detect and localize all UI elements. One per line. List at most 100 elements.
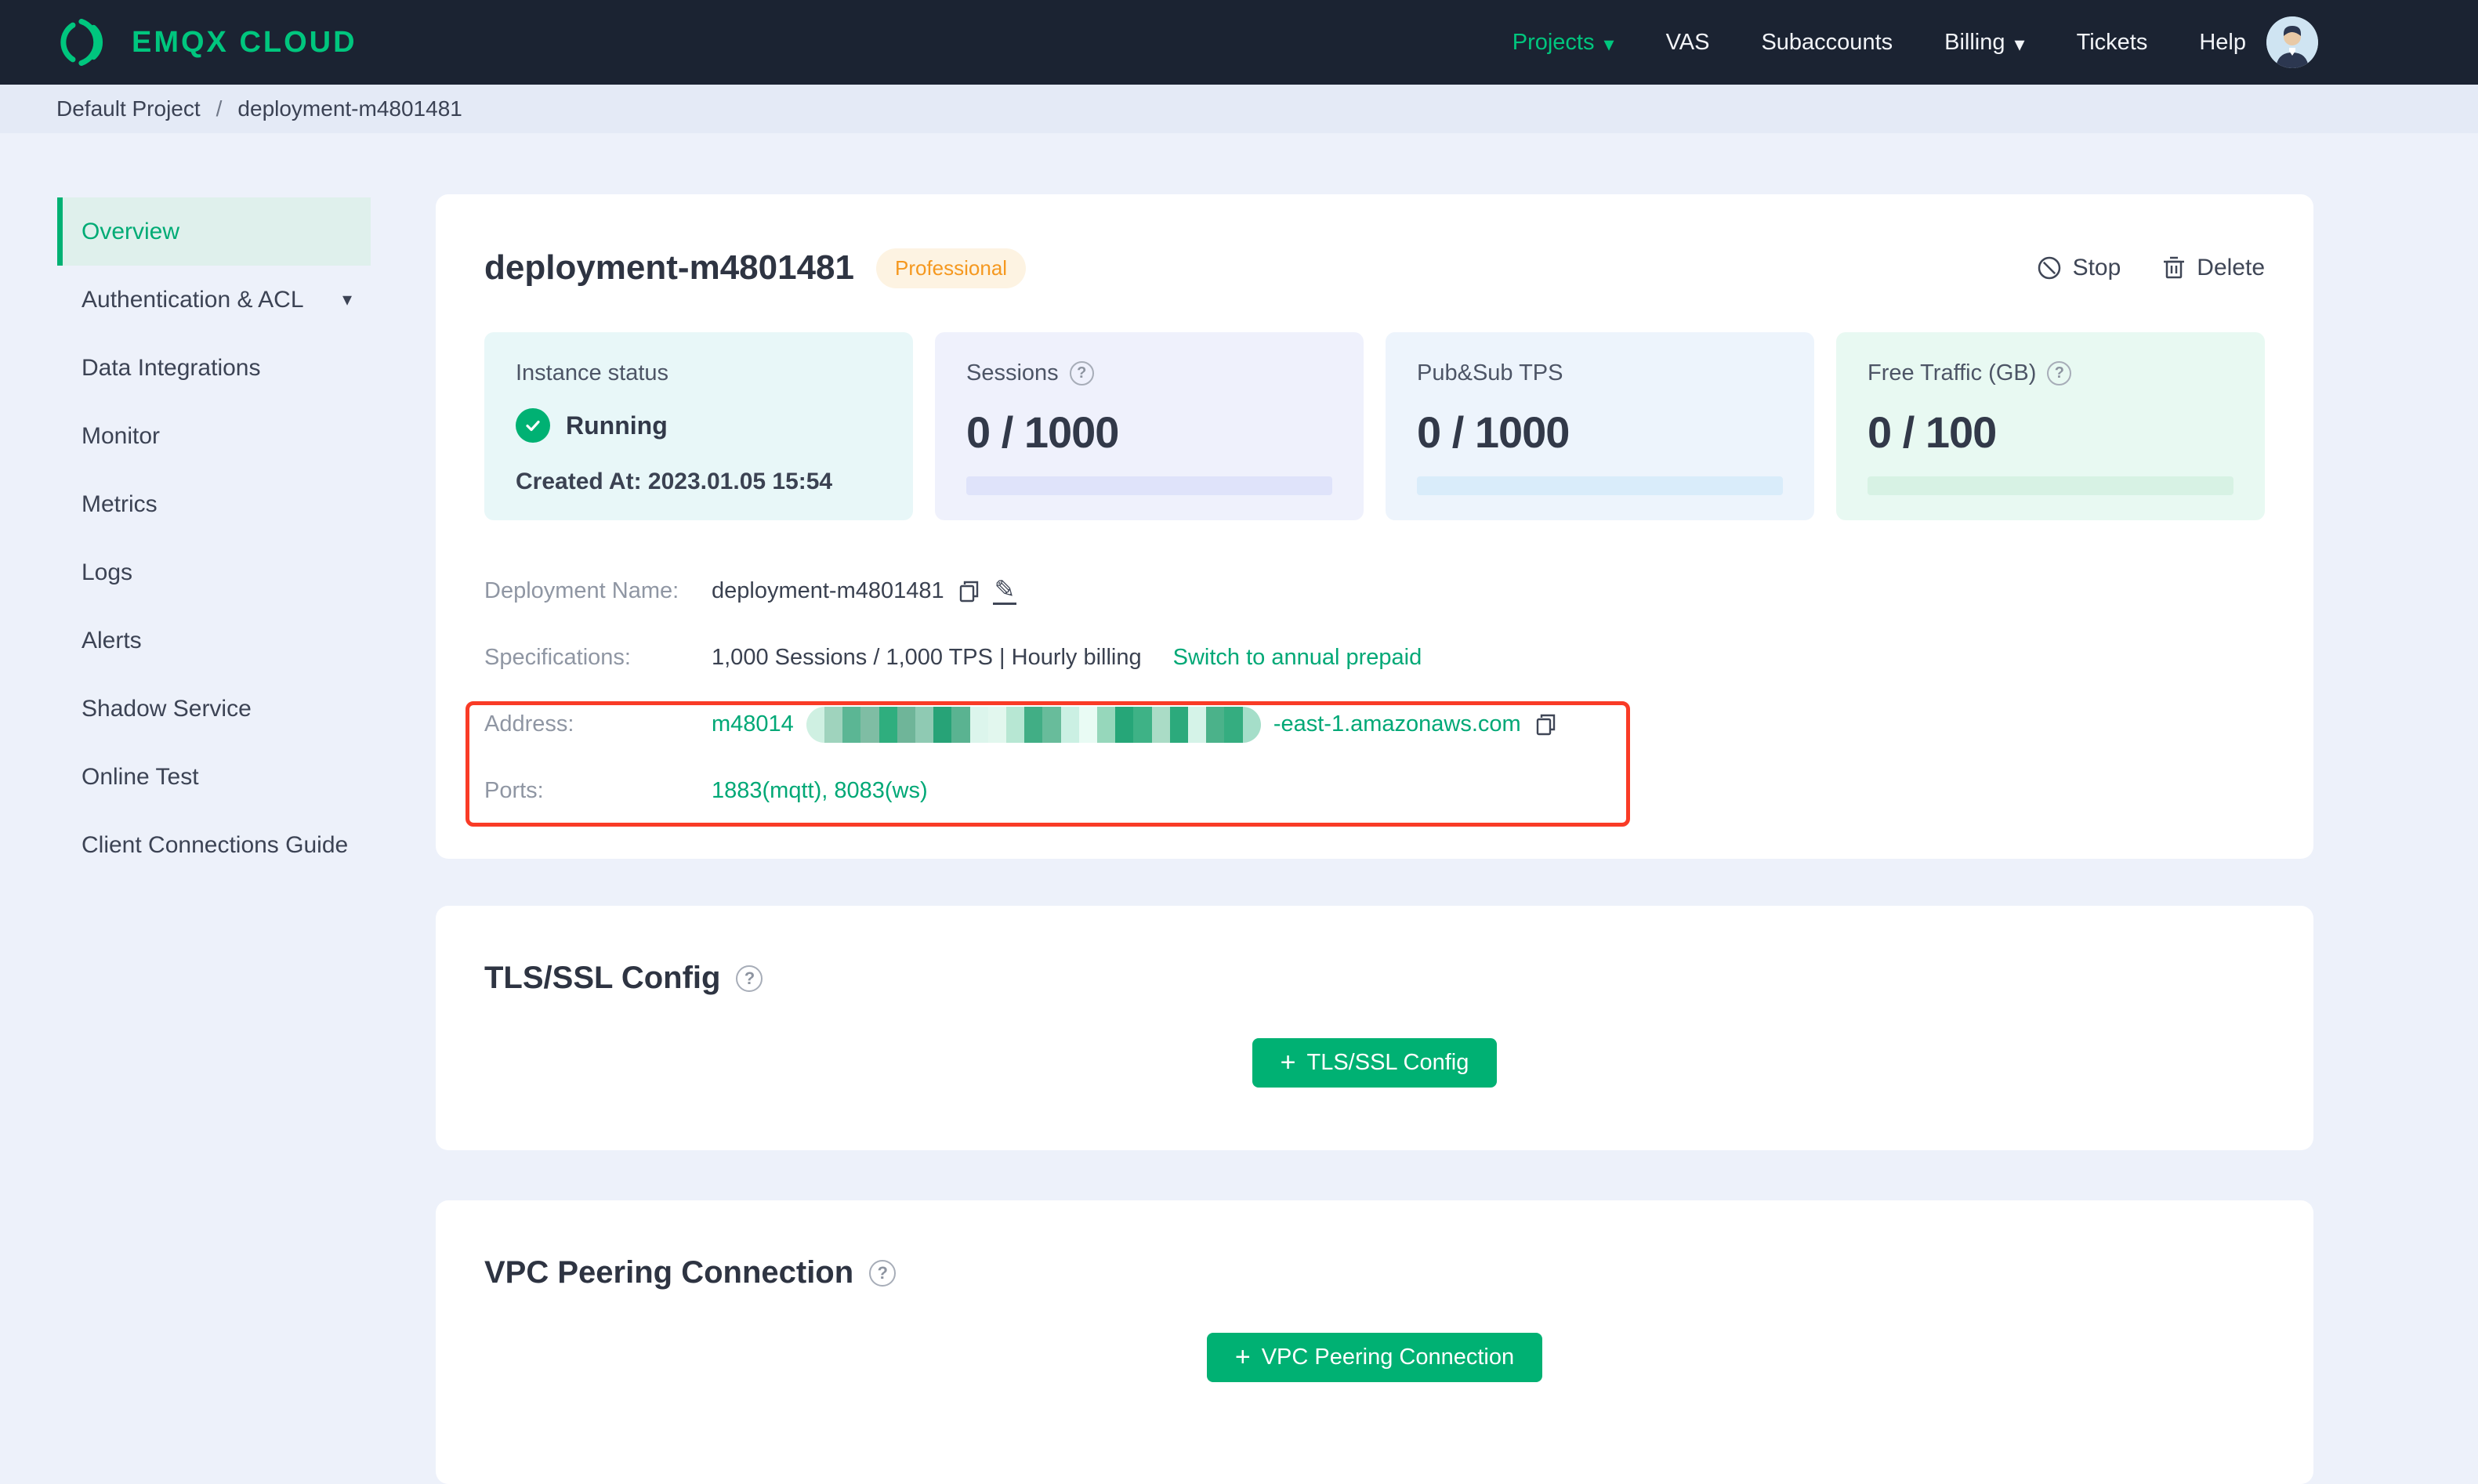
free-traffic-label: Free Traffic (GB) bbox=[1868, 360, 2233, 386]
breadcrumb-project[interactable]: Default Project bbox=[56, 96, 201, 121]
copy-icon bbox=[957, 579, 980, 604]
address-row: Address: m48014 -east-1.amazonaws.com bbox=[484, 691, 2265, 758]
pubsub-tps-label-text: Pub&Sub TPS bbox=[1417, 360, 1563, 385]
mosaic-block bbox=[1115, 706, 1134, 743]
edit-name-button[interactable]: ✎ bbox=[992, 577, 1017, 605]
address-value-group: m48014 -east-1.amazonaws.com bbox=[712, 706, 1557, 743]
copy-icon bbox=[1534, 712, 1557, 737]
sidebar-item-authentication-acl[interactable]: Authentication & ACL bbox=[57, 266, 371, 334]
pubsub-tps-card: Pub&Sub TPS 0 / 1000 bbox=[1386, 332, 1814, 520]
mosaic-block bbox=[987, 706, 1007, 743]
copy-address-button[interactable] bbox=[1534, 712, 1557, 737]
nav-item-subaccounts[interactable]: Subaccounts bbox=[1761, 30, 1893, 56]
free-traffic-card: Free Traffic (GB) 0 / 100 bbox=[1836, 332, 2265, 520]
help-icon[interactable] bbox=[869, 1259, 897, 1287]
add-vpc-peering-connection-button[interactable]: VPC Peering Connection bbox=[1206, 1333, 1543, 1382]
sidebar-item-label: Overview bbox=[82, 218, 180, 244]
breadcrumb-separator: / bbox=[216, 96, 223, 121]
help-icon[interactable] bbox=[1069, 361, 1094, 385]
sidebar: Overview Authentication & ACL Data Integ… bbox=[0, 133, 436, 879]
mosaic-block bbox=[860, 706, 879, 743]
pubsub-tps-label: Pub&Sub TPS bbox=[1417, 360, 1783, 386]
deployment-title: deployment-m4801481 bbox=[484, 248, 854, 287]
copy-name-button[interactable] bbox=[957, 579, 980, 604]
emqx-logo[interactable]: EMQX CLOUD bbox=[53, 19, 357, 66]
main-content: deployment-m4801481 Professional Stop De… bbox=[436, 133, 2478, 1484]
switch-annual-prepaid-link[interactable]: Switch to annual prepaid bbox=[1173, 645, 1422, 671]
sidebar-item-label: Authentication & ACL bbox=[82, 286, 304, 313]
sessions-progress-bar bbox=[966, 476, 1332, 495]
deployment-actions: Stop Delete bbox=[2036, 255, 2265, 281]
sidebar-item-label: Client Connections Guide bbox=[82, 831, 349, 858]
deployment-overview-card: deployment-m4801481 Professional Stop De… bbox=[436, 194, 2313, 859]
sessions-label-text: Sessions bbox=[966, 360, 1059, 385]
sidebar-item-client-connections-guide[interactable]: Client Connections Guide bbox=[57, 811, 371, 879]
sidebar-item-alerts[interactable]: Alerts bbox=[57, 606, 371, 675]
mosaic-block bbox=[879, 706, 897, 743]
pubsub-tps-value: 0 / 1000 bbox=[1417, 407, 1570, 457]
mosaic-block bbox=[1042, 706, 1061, 743]
nav-item-help[interactable]: Help bbox=[2199, 30, 2246, 56]
vpc-title-row: VPC Peering Connection bbox=[484, 1255, 2265, 1290]
page-layout: Overview Authentication & ACL Data Integ… bbox=[0, 133, 2478, 1484]
user-avatar[interactable] bbox=[2266, 16, 2318, 68]
specifications-row: Specifications: 1,000 Sessions / 1,000 T… bbox=[484, 624, 2265, 691]
mosaic-block bbox=[842, 706, 861, 743]
stop-icon bbox=[2036, 255, 2063, 281]
nav-item-vas[interactable]: VAS bbox=[1666, 30, 1710, 56]
nav-item-label: Tickets bbox=[2076, 29, 2148, 55]
sidebar-item-label: Logs bbox=[82, 559, 133, 585]
mosaic-block bbox=[1224, 706, 1243, 743]
ports-value: 1883(mqtt), 8083(ws) bbox=[712, 778, 928, 803]
address-mosaic bbox=[806, 706, 1261, 743]
stop-button[interactable]: Stop bbox=[2036, 255, 2121, 281]
stop-label: Stop bbox=[2072, 255, 2121, 281]
nav-item-label: Help bbox=[2199, 29, 2246, 55]
sidebar-item-logs[interactable]: Logs bbox=[57, 538, 371, 606]
ports-row: Ports: 1883(mqtt), 8083(ws) bbox=[484, 758, 2265, 824]
mosaic-block bbox=[933, 706, 952, 743]
instance-status-line: Running bbox=[516, 408, 882, 443]
pubsub-tps-progress-bar bbox=[1417, 476, 1783, 495]
address-label: Address: bbox=[484, 711, 574, 737]
instance-status-label: Instance status bbox=[516, 360, 669, 385]
add-tls-ssl-config-button[interactable]: TLS/SSL Config bbox=[1252, 1038, 1498, 1088]
sidebar-item-label: Metrics bbox=[82, 490, 158, 517]
nav-item-label: Projects bbox=[1512, 29, 1595, 55]
sidebar-item-label: Monitor bbox=[82, 422, 161, 449]
tls-section-title: TLS/SSL Config bbox=[484, 961, 721, 995]
help-icon[interactable] bbox=[2047, 361, 2072, 385]
vpc-section-title: VPC Peering Connection bbox=[484, 1255, 854, 1290]
mosaic-block bbox=[1097, 706, 1116, 743]
address-suffix: -east-1.amazonaws.com bbox=[1273, 711, 1521, 737]
deployment-name-label: Deployment Name: bbox=[484, 578, 679, 603]
specifications-label: Specifications: bbox=[484, 645, 631, 670]
tls-ssl-card: TLS/SSL Config TLS/SSL Config bbox=[436, 906, 2313, 1150]
nav-item-label: VAS bbox=[1665, 29, 1710, 55]
sidebar-item-monitor[interactable]: Monitor bbox=[57, 402, 371, 470]
sidebar-item-metrics[interactable]: Metrics bbox=[57, 470, 371, 538]
mosaic-block bbox=[1078, 706, 1098, 743]
sidebar-item-overview[interactable]: Overview bbox=[57, 197, 371, 266]
specifications-value: 1,000 Sessions / 1,000 TPS | Hourly bill… bbox=[712, 645, 1142, 670]
deployment-name-row: Deployment Name: deployment-m4801481 ✎ bbox=[484, 558, 2265, 624]
mosaic-block bbox=[915, 706, 934, 743]
trash-icon bbox=[2161, 255, 2186, 281]
nav-item-label: Billing bbox=[1944, 29, 2005, 55]
nav-item-billing[interactable]: Billing bbox=[1944, 30, 2024, 56]
created-at: Created At: 2023.01.05 15:54 bbox=[516, 469, 833, 494]
sidebar-item-data-integrations[interactable]: Data Integrations bbox=[57, 334, 371, 402]
mosaic-block bbox=[1151, 706, 1170, 743]
deployment-title-row: deployment-m4801481 Professional Stop De… bbox=[484, 240, 2265, 296]
emqx-logo-icon bbox=[53, 19, 114, 66]
mosaic-block bbox=[1169, 706, 1189, 743]
breadcrumb: Default Project / deployment-m4801481 bbox=[0, 85, 2478, 133]
delete-button[interactable]: Delete bbox=[2161, 255, 2265, 281]
instance-status-card: Instance status Running Created At: 2023… bbox=[484, 332, 913, 520]
sidebar-item-online-test[interactable]: Online Test bbox=[57, 743, 371, 811]
help-icon[interactable] bbox=[736, 965, 763, 992]
brand-name: EMQX CLOUD bbox=[132, 25, 357, 59]
sidebar-item-shadow-service[interactable]: Shadow Service bbox=[57, 675, 371, 743]
nav-item-tickets[interactable]: Tickets bbox=[2077, 30, 2148, 56]
nav-item-projects[interactable]: Projects bbox=[1513, 30, 1614, 56]
